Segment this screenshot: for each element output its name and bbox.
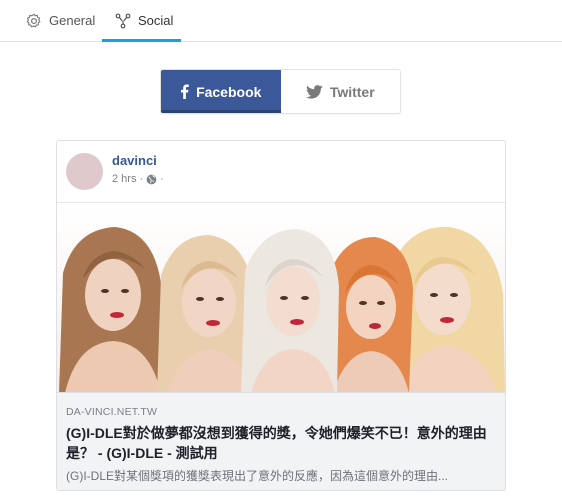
gear-icon [26,13,42,29]
link-description: (G)I-DLE對某個獎項的獲獎表現出了意外的反應，因為這個意外的理由... [66,469,449,483]
twitter-toggle-button[interactable]: Twitter [281,70,401,113]
meta-separator: · [139,173,144,185]
post-author: davinci [112,153,157,168]
active-tab-indicator [102,39,181,42]
link-title: (G)I-DLE對於做夢都沒想到獲得的獎，令她們爆笑不已！意外的理由是？ - (… [66,425,487,461]
facebook-toggle-button[interactable]: Facebook [161,70,281,113]
facebook-icon [181,84,189,99]
post-trailing-dot: · [160,173,164,185]
tab-social[interactable]: Social [102,0,181,42]
link-domain: DA-VINCI.NET.TW [66,406,158,418]
facebook-post-preview: davinci 2 hrs · · DA-VINCI.NET.TW (G)I-D… [56,140,506,491]
tab-general-label: General [49,13,96,28]
share-nodes-icon [115,13,131,29]
settings-tabbar: General Social [0,0,562,42]
link-preview-image[interactable] [57,202,505,393]
link-preview-box[interactable]: DA-VINCI.NET.TW (G)I-DLE對於做夢都沒想到獲得的獎，令她們… [57,392,505,490]
globe-icon [146,174,157,184]
twitter-icon [305,84,323,99]
tab-general[interactable]: General [26,0,95,41]
post-time: 2 hrs [112,173,137,185]
tab-social-label: Social [138,13,174,28]
post-meta: 2 hrs · · [112,173,167,185]
network-toggle: Facebook Twitter [160,69,401,114]
avatar [66,153,103,190]
twitter-toggle-label: Twitter [329,83,375,100]
facebook-toggle-label: Facebook [196,83,262,100]
